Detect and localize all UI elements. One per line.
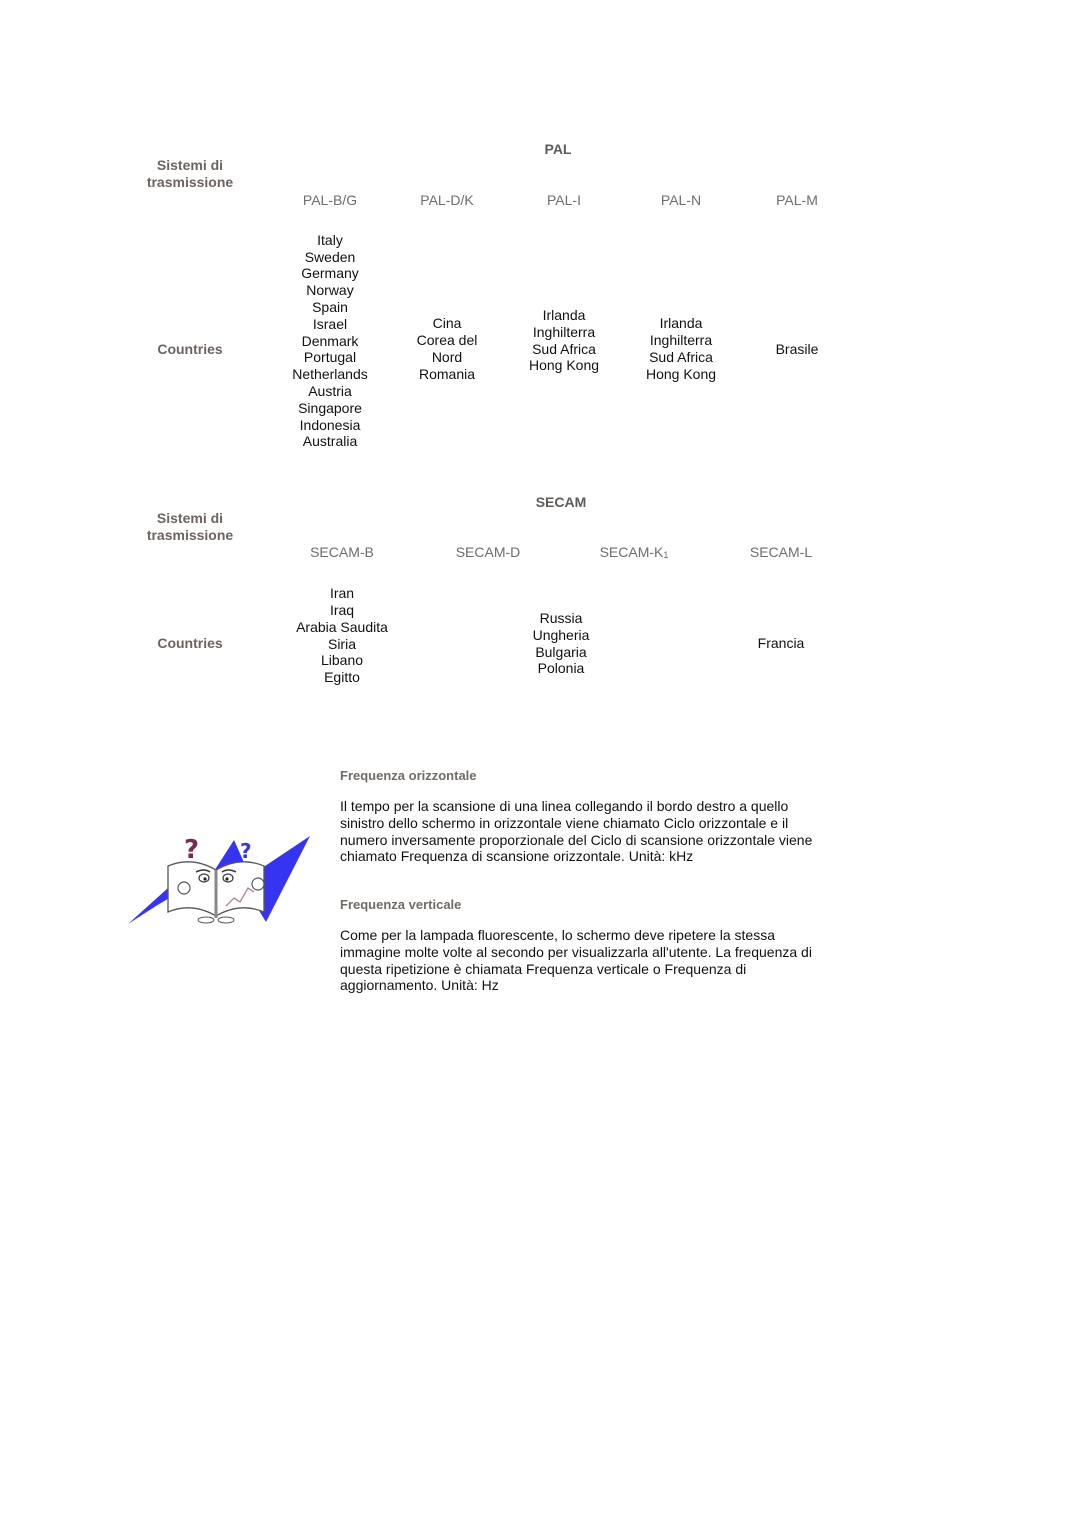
pal-system-header: PAL-I [547,192,581,208]
secam-countries-cell: Iran Iraq Arabia Saudita Siria Libano Egitto [262,585,422,686]
secam-system-subscript: 1 [663,550,669,560]
pal-system-header: PAL-N [660,192,702,208]
book-shape [167,861,265,924]
country-name: Francia [757,635,805,652]
text-line: sinistro dello schermo in orizzontale vi… [340,814,789,831]
text-line: aggiornamento. Unità: Hz [340,977,499,994]
text-line: immagine molte volte al secondo per visu… [340,943,812,960]
country-name: Sud Africa [649,349,713,365]
pal-countries-cell: Brasile [737,232,857,466]
country-name: Egitto [324,669,360,686]
country-name: Siria [327,635,356,652]
pal-system-header: PAL-D/K [420,192,474,208]
secam-system-label: SECAM-L [749,544,813,560]
country-name: Irlanda [542,306,586,323]
country-name: Israel [312,315,348,332]
country-name: Arabia Saudita [296,618,388,635]
question-mark-2: ? [240,839,252,863]
section-body-vertical-frequency: Come per la lampada fluorescente, lo sch… [340,927,860,994]
country-name: Nord [431,349,463,365]
secam-group-title: SECAM [535,494,587,510]
country-name: Singapore [298,399,362,416]
country-name: Irlanda [659,315,703,332]
secam-system-header: SECAM-L [721,544,841,561]
pal-countries-row-label: Countries [157,341,223,357]
secam-countries-cell: Francia [701,585,861,702]
secam-countries-row-label: Countries [157,635,223,651]
secam-system-header: SECAM-B [282,544,402,561]
country-name: Iraq [329,601,355,618]
pal-group-title: PAL [544,141,572,157]
section-title-horizontal-frequency: Frequenza orizzontale [340,768,477,783]
text-line: numero inversamente proporzionale del Ci… [340,831,813,848]
secam-system-header: SECAM-D [428,544,548,561]
country-name: Indonesia [299,416,361,433]
country-name: Brasile [775,340,819,357]
secam-system-header: SECAM-K1 [574,544,694,563]
country-name: Sweden [304,248,356,265]
text-line: questa ripetizione è chiamata Frequenza … [340,960,747,977]
country-name: Bulgaria [535,643,587,660]
pal-system-header: PAL-M [776,192,818,208]
secam-system-label: SECAM-B [310,544,374,560]
country-name: Inghilterra [649,332,713,349]
pal-systems-row-label: Sistemi di trasmissione [146,157,234,190]
secam-system-label: SECAM-K [599,544,664,560]
secam-systems-row-label: Sistemi di trasmissione [146,510,234,543]
country-name: Polonia [537,660,585,677]
pal-countries-cell: Irlanda Inghilterra Sud Africa Hong Kong [621,232,741,466]
country-name: Austria [308,383,352,399]
country-name: Australia [302,433,358,450]
pal-countries-cell: Irlanda Inghilterra Sud Africa Hong Kong [504,232,624,449]
country-name: Hong Kong [645,365,717,382]
text-line: chiamato Frequenza di scansione orizzont… [340,848,694,865]
country-name: Romania [418,365,476,382]
section-title-vertical-frequency: Frequenza verticale [340,897,462,912]
question-mark-1: ? [184,835,199,865]
country-name: Norway [306,282,354,299]
country-name: Libano [320,652,364,669]
country-name: Iran [329,585,355,602]
pal-countries-cell: Italy Sweden Germany Norway Spain Israel Denma… [270,232,390,450]
country-name: Spain [312,299,348,316]
country-name: Netherlands [292,366,368,383]
country-name: Hong Kong [528,357,600,374]
country-name: Cina [432,315,462,332]
country-name: Russia [539,609,583,626]
country-name: Sud Africa [532,340,596,357]
book-question-mark-icon: ? ? [126,826,312,926]
country-name: Italy [317,231,343,248]
pal-system-header: PAL-B/G [302,192,358,208]
text-line: Il tempo per la scansione di una linea c… [340,798,789,814]
country-name: Corea del [416,332,478,349]
country-name: Denmark [301,332,359,349]
secam-countries-cell: Russia Ungheria Bulgaria Polonia [481,585,641,702]
country-name: Ungheria [532,626,590,643]
pal-countries-cell: Cina Corea del Nord Romania [387,232,507,466]
country-name: Portugal [303,349,357,366]
country-name: Inghilterra [532,323,596,340]
country-name: Germany [301,265,359,282]
text-line: Come per la lampada fluorescente, lo sch… [340,927,775,943]
secam-system-label: SECAM-D [455,544,521,560]
section-body-horizontal-frequency: Il tempo per la scansione di una linea c… [340,798,860,865]
